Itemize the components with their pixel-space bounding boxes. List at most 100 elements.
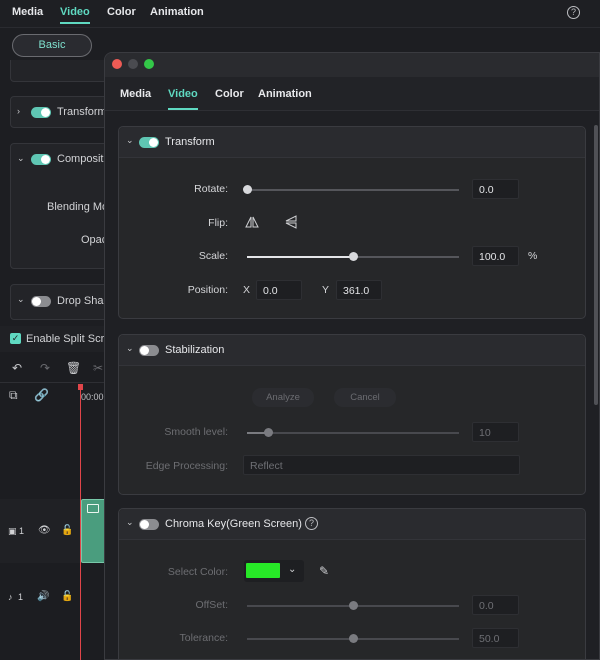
transform-toggle[interactable] xyxy=(31,107,51,118)
transform-section: ⌄ Transform Rotate: 0.0 Flip: Scale: 100… xyxy=(118,126,586,319)
edge-processing-select[interactable]: Reflect xyxy=(243,455,520,475)
redo-icon[interactable]: ↷ xyxy=(40,361,50,375)
split-screen-label: Enable Split Scre xyxy=(26,333,111,345)
video-track-icon: ▣ xyxy=(8,526,17,536)
scale-slider-handle[interactable] xyxy=(348,252,358,261)
position-y-label: Y xyxy=(322,284,330,296)
chevron-right-icon: › xyxy=(17,106,20,116)
timecode: 00:00 xyxy=(81,392,104,402)
video-track-header: ▣ 1 👁 🔓 xyxy=(0,499,80,563)
flip-label: Flip: xyxy=(208,217,228,229)
flip-vertical-icon[interactable] xyxy=(284,215,298,229)
tab-animation[interactable]: Animation xyxy=(150,6,204,18)
split-screen-checkbox[interactable]: ✓ xyxy=(10,333,21,344)
speaker-icon[interactable]: 🔊 xyxy=(37,591,49,602)
audio-track-number: 1 xyxy=(18,592,24,602)
chroma-key-header[interactable]: ⌄ Chroma Key(Green Screen) ? xyxy=(119,509,585,540)
rotate-slider[interactable] xyxy=(247,189,459,191)
split-screen-bar: ✓ Enable Split Scre xyxy=(0,326,110,352)
scale-input[interactable]: 100.0 xyxy=(472,246,519,266)
chevron-down-icon[interactable]: ⌄ xyxy=(126,135,134,146)
close-window-button[interactable] xyxy=(112,59,122,69)
cancel-button[interactable]: Cancel xyxy=(334,388,396,407)
playhead[interactable] xyxy=(80,384,81,660)
rotate-slider-handle[interactable] xyxy=(242,185,252,194)
minimize-window-button[interactable] xyxy=(128,59,138,69)
trash-icon[interactable]: 🗑 xyxy=(66,361,81,375)
window-titlebar[interactable] xyxy=(105,53,599,77)
stabilization-section: ⌄ Stabilization Analyze Cancel Smooth le… xyxy=(118,334,586,495)
color-swatch xyxy=(246,563,280,578)
zoom-window-button[interactable] xyxy=(144,59,154,69)
eyedropper-icon[interactable]: ✎ xyxy=(319,564,329,578)
add-track-icon[interactable]: ⧉ xyxy=(9,388,18,403)
select-color-label: Select Color: xyxy=(167,566,228,578)
scale-label: Scale: xyxy=(198,250,228,262)
rotate-label: Rotate: xyxy=(194,183,228,195)
tab-video[interactable]: Video xyxy=(60,6,90,24)
smooth-level-slider[interactable] xyxy=(247,432,459,434)
link-icon[interactable]: 🔗 xyxy=(34,388,49,402)
smooth-level-label: Smooth level: xyxy=(164,426,228,438)
drop-shadow-toggle[interactable] xyxy=(31,296,51,307)
chevron-down-icon: ⌄ xyxy=(288,564,297,575)
edge-processing-label: Edge Processing: xyxy=(145,460,228,472)
dialog-tab-video[interactable]: Video xyxy=(168,88,198,110)
undo-icon[interactable]: ↶ xyxy=(12,361,22,375)
scale-unit: % xyxy=(528,250,538,262)
chroma-help-icon[interactable]: ? xyxy=(305,517,318,530)
clip-thumbnail-icon xyxy=(87,504,99,513)
tolerance-label: Tolerance: xyxy=(179,632,228,644)
playhead-handle[interactable] xyxy=(78,384,83,390)
offset-input[interactable]: 0.0 xyxy=(472,595,519,615)
smooth-level-slider-handle[interactable] xyxy=(263,428,273,437)
video-track-number: 1 xyxy=(19,526,25,536)
flip-horizontal-icon[interactable] xyxy=(245,215,259,229)
tolerance-slider-handle[interactable] xyxy=(348,634,358,643)
bg-drop-shadow-label: Drop Shac xyxy=(57,295,109,307)
video-properties-window: Media Video Color Animation ⌄ Transform … xyxy=(104,52,600,660)
position-x-input[interactable]: 0.0 xyxy=(256,280,302,300)
chevron-down-icon[interactable]: ⌄ xyxy=(126,343,134,354)
bg-compositing-label: Compositi xyxy=(57,153,106,165)
compositing-toggle[interactable] xyxy=(31,154,51,165)
rotate-input[interactable]: 0.0 xyxy=(472,179,519,199)
transform-enable-toggle[interactable] xyxy=(139,137,159,148)
help-icon[interactable]: ? xyxy=(567,6,580,19)
chevron-down-icon[interactable]: ⌄ xyxy=(126,517,134,528)
lock-icon[interactable]: 🔓 xyxy=(61,525,73,536)
offset-slider-handle[interactable] xyxy=(348,601,358,610)
basic-button[interactable]: Basic xyxy=(12,34,92,57)
position-x-label: X xyxy=(243,284,251,296)
dialog-scrollbar[interactable] xyxy=(594,125,598,405)
stabilization-header[interactable]: ⌄ Stabilization xyxy=(119,335,585,366)
offset-label: OffSet: xyxy=(195,599,229,611)
bg-blending-label: Blending Mo xyxy=(47,201,109,213)
bg-transform-label: Transform xyxy=(57,106,107,118)
chevron-down-icon[interactable]: ⌄ xyxy=(17,153,25,164)
top-tabbar: Media Video Color Animation ? xyxy=(0,0,600,28)
position-y-input[interactable]: 361.0 xyxy=(336,280,382,300)
analyze-button[interactable]: Analyze xyxy=(252,388,314,407)
lock-icon[interactable]: 🔓 xyxy=(61,591,73,602)
music-note-icon: ♪ xyxy=(8,592,13,602)
chevron-down-icon: ⌄ xyxy=(17,294,25,304)
position-label: Position: xyxy=(187,284,228,296)
dialog-tabbar: Media Video Color Animation xyxy=(105,77,599,111)
color-picker[interactable]: ⌄ xyxy=(244,560,304,582)
chroma-key-title: Chroma Key(Green Screen) xyxy=(165,518,302,530)
transform-header[interactable]: ⌄ Transform xyxy=(119,127,585,158)
tab-color[interactable]: Color xyxy=(107,6,136,18)
dialog-tab-color[interactable]: Color xyxy=(215,88,244,100)
tab-media[interactable]: Media xyxy=(12,6,43,18)
dialog-tab-animation[interactable]: Animation xyxy=(258,88,312,100)
chroma-key-enable-toggle[interactable] xyxy=(139,519,159,530)
transform-title: Transform xyxy=(165,136,215,148)
stabilization-enable-toggle[interactable] xyxy=(139,345,159,356)
smooth-level-input[interactable]: 10 xyxy=(472,422,519,442)
eye-icon[interactable]: 👁 xyxy=(38,525,51,536)
tolerance-input[interactable]: 50.0 xyxy=(472,628,519,648)
dialog-tab-media[interactable]: Media xyxy=(120,88,151,100)
stabilization-title: Stabilization xyxy=(165,344,225,356)
scissors-icon[interactable]: ✂ xyxy=(93,361,103,375)
